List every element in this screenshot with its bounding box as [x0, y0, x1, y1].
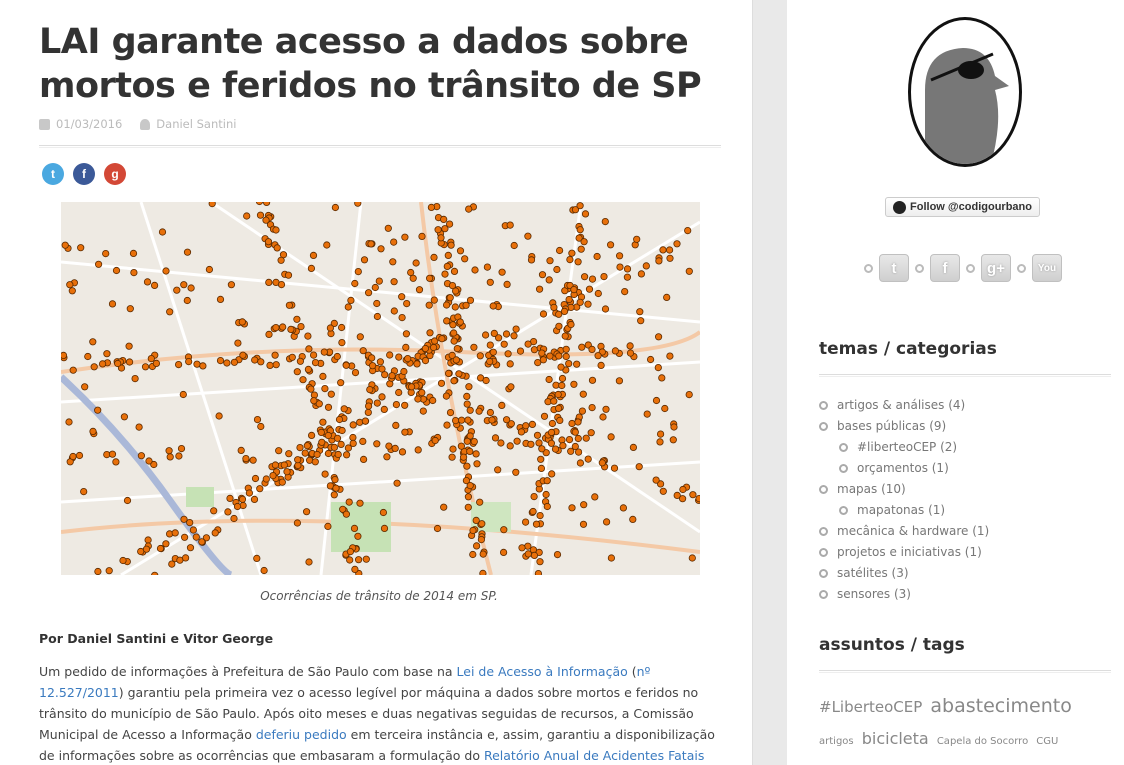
text: ( [627, 664, 637, 679]
twitter-share-icon[interactable]: t [42, 163, 64, 185]
category-item[interactable]: satélites (3) [819, 563, 989, 584]
bullet-icon [819, 422, 828, 431]
text: Um pedido de informações à Prefeitura de… [39, 664, 457, 679]
article-title[interactable]: LAI garante acesso a dados sobre mortos … [39, 20, 719, 108]
social-links: t f g+ You [858, 254, 1062, 282]
divider [819, 374, 1111, 377]
category-item[interactable]: mecânica & hardware (1) [819, 521, 989, 542]
youtube-icon[interactable]: You [1032, 254, 1062, 282]
category-list: artigos & análises (4) bases públicas (9)… [819, 395, 989, 605]
article-date: 01/03/2016 [56, 117, 123, 131]
bullet-icon [819, 569, 828, 578]
category-label: artigos & análises (4) [837, 398, 966, 412]
category-label: orçamentos (1) [857, 461, 949, 475]
bullet-icon [839, 443, 848, 452]
category-item[interactable]: mapas (10) [819, 479, 989, 500]
user-icon [140, 118, 151, 130]
bullet-icon [819, 401, 828, 410]
bullet-icon [839, 464, 848, 473]
bullet-icon [1017, 263, 1026, 273]
category-item[interactable]: #liberteoCEP (2) [819, 437, 989, 458]
tag-link[interactable]: abastecimento [930, 695, 1071, 717]
bullet-icon [966, 263, 975, 273]
divider [39, 145, 721, 148]
calendar-icon [39, 118, 50, 130]
lai-link[interactable]: Lei de Acesso à Informação [457, 664, 628, 679]
follow-label: Follow @codigourbano [910, 201, 1032, 213]
category-item[interactable]: bases públicas (9) [819, 416, 989, 437]
bullet-icon [819, 548, 828, 557]
category-label: projetos e iniciativas (1) [837, 545, 982, 559]
byline: Por Daniel Santini e Vitor George [39, 631, 274, 646]
tags-title: assuntos / tags [819, 635, 965, 655]
category-label: #liberteoCEP (2) [857, 440, 958, 454]
category-label: sensores (3) [837, 587, 911, 601]
page-gutter [753, 0, 787, 765]
deferiu-pedido-link[interactable]: deferiu pedido [256, 727, 347, 742]
category-item[interactable]: projetos e iniciativas (1) [819, 542, 989, 563]
facebook-share-icon[interactable]: f [73, 163, 95, 185]
github-icon [893, 200, 907, 214]
category-label: mecânica & hardware (1) [837, 524, 990, 538]
google-plus-icon[interactable]: g+ [981, 254, 1011, 282]
category-label: mapas (10) [837, 482, 906, 496]
category-label: mapatonas (1) [857, 503, 946, 517]
bullet-icon [819, 527, 828, 536]
facebook-icon[interactable]: f [930, 254, 960, 282]
github-follow-button[interactable]: Follow @codigourbano [885, 197, 1040, 217]
pigeon-logo-icon [925, 48, 1009, 164]
google-plus-share-icon[interactable]: g [104, 163, 126, 185]
traffic-map-image[interactable] [61, 202, 700, 575]
article-author[interactable]: Daniel Santini [156, 117, 236, 131]
category-label: satélites (3) [837, 566, 909, 580]
tag-cloud: #LiberteoCEP abastecimento artigos bicic… [819, 690, 1111, 765]
bullet-icon [915, 263, 924, 273]
divider [819, 670, 1111, 673]
share-buttons: t f g [42, 163, 126, 185]
category-item[interactable]: mapatonas (1) [819, 500, 989, 521]
map-caption: Ocorrências de trânsito de 2014 em SP. [260, 589, 498, 603]
category-item[interactable]: artigos & análises (4) [819, 395, 989, 416]
article-paragraph: Um pedido de informações à Prefeitura de… [39, 661, 719, 765]
category-item[interactable]: orçamentos (1) [819, 458, 989, 479]
map-graphic [61, 202, 700, 575]
tag-link[interactable]: CGU [1036, 736, 1058, 747]
category-label: bases públicas (9) [837, 419, 947, 433]
bullet-icon [819, 485, 828, 494]
bullet-icon [864, 263, 873, 273]
tag-link[interactable]: bicicleta [862, 729, 929, 748]
tag-link[interactable]: Capela do Socorro [937, 736, 1028, 747]
tag-link[interactable]: artigos [819, 736, 854, 747]
twitter-icon[interactable]: t [879, 254, 909, 282]
tag-link[interactable]: #LiberteoCEP [819, 698, 922, 716]
bullet-icon [839, 506, 848, 515]
categories-title: temas / categorias [819, 339, 997, 359]
article-meta: 01/03/2016 Daniel Santini [39, 117, 236, 131]
site-logo[interactable] [908, 17, 1022, 167]
bullet-icon [819, 590, 828, 599]
category-item[interactable]: sensores (3) [819, 584, 989, 605]
